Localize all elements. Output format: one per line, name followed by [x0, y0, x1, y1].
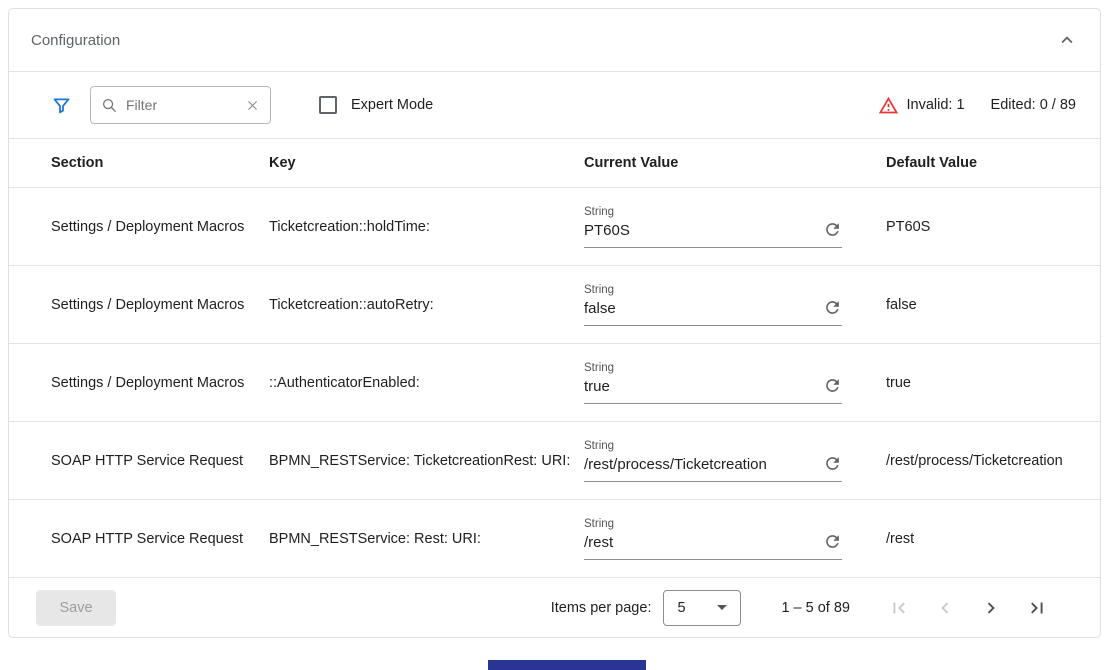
current-value-input[interactable] [584, 533, 823, 553]
default-value-cell: false [886, 297, 1074, 313]
reset-value-icon[interactable] [823, 454, 842, 473]
default-value-cell: /rest [886, 531, 1074, 547]
key-cell: ::AuthenticatorEnabled: [269, 375, 584, 391]
filter-funnel-icon[interactable] [51, 95, 72, 116]
value-type-label: String [584, 205, 823, 219]
card-header: Configuration [9, 9, 1100, 71]
chevron-up-icon[interactable] [1056, 29, 1078, 51]
current-value-field: String [584, 283, 842, 326]
default-value-cell: PT60S [886, 219, 1074, 235]
current-value-input[interactable] [584, 455, 823, 475]
table-row: Settings / Deployment Macros ::Authentic… [9, 343, 1100, 421]
section-cell: Settings / Deployment Macros [51, 219, 269, 235]
value-type-label: String [584, 283, 823, 297]
section-cell: SOAP HTTP Service Request [51, 531, 269, 547]
current-value-cell: String [584, 439, 886, 482]
table-header-row: Section Key Current Value Default Value [9, 138, 1100, 187]
column-header-default-value: Default Value [886, 155, 1074, 171]
expert-mode-label: Expert Mode [351, 97, 433, 113]
reset-value-icon[interactable] [823, 376, 842, 395]
pagination-controls [876, 589, 1060, 627]
bottom-bar [488, 660, 646, 670]
default-value-cell: /rest/process/Ticketcreation [886, 453, 1075, 469]
current-value-field: String [584, 439, 842, 482]
filter-input-container [90, 86, 271, 124]
section-cell: SOAP HTTP Service Request [51, 453, 269, 469]
reset-value-icon[interactable] [823, 298, 842, 317]
footer: Save Items per page: 5 1 – 5 of 89 [9, 577, 1100, 637]
save-button[interactable]: Save [36, 590, 116, 626]
key-cell: Ticketcreation::autoRetry: [269, 297, 584, 313]
current-value-input[interactable] [584, 377, 823, 397]
paginator: Items per page: 5 1 – 5 of 89 [551, 589, 1060, 627]
value-type-label: String [584, 439, 823, 453]
previous-page-icon[interactable] [922, 589, 968, 627]
current-value-input[interactable] [584, 221, 823, 241]
column-header-section: Section [51, 155, 269, 171]
configuration-card: Configuration Expert Mode [8, 8, 1101, 638]
configuration-table: Section Key Current Value Default Value … [9, 138, 1100, 577]
expert-mode-control: Expert Mode [319, 96, 433, 114]
table-row: Settings / Deployment Macros Ticketcreat… [9, 265, 1100, 343]
chevron-down-icon [717, 605, 727, 610]
default-value-cell: true [886, 375, 1074, 391]
section-cell: Settings / Deployment Macros [51, 375, 269, 391]
search-icon [101, 97, 118, 114]
status-area: Invalid: 1 Edited: 0 / 89 [878, 95, 1077, 116]
expert-mode-checkbox[interactable] [319, 96, 337, 114]
reset-value-icon[interactable] [823, 532, 842, 551]
current-value-cell: String [584, 283, 886, 326]
last-page-icon[interactable] [1014, 589, 1060, 627]
key-cell: BPMN_RESTService: TicketcreationRest: UR… [269, 453, 584, 469]
page-range-label: 1 – 5 of 89 [781, 600, 850, 616]
warning-triangle-icon [878, 95, 899, 116]
section-cell: Settings / Deployment Macros [51, 297, 269, 313]
items-per-page-select[interactable]: 5 [663, 590, 741, 626]
key-cell: Ticketcreation::holdTime: [269, 219, 584, 235]
toolbar: Expert Mode Invalid: 1 Edited: 0 / 89 [9, 72, 1100, 138]
items-per-page-label: Items per page: [551, 600, 652, 616]
clear-filter-icon[interactable] [245, 98, 260, 113]
current-value-field: String [584, 517, 842, 560]
value-type-label: String [584, 517, 823, 531]
reset-value-icon[interactable] [823, 220, 842, 239]
invalid-count: Invalid: 1 [907, 97, 965, 113]
current-value-cell: String [584, 205, 886, 248]
key-cell: BPMN_RESTService: Rest: URI: [269, 531, 584, 547]
filter-input[interactable] [126, 97, 245, 113]
first-page-icon[interactable] [876, 589, 922, 627]
table-row: Settings / Deployment Macros Ticketcreat… [9, 187, 1100, 265]
current-value-field: String [584, 361, 842, 404]
next-page-icon[interactable] [968, 589, 1014, 627]
current-value-cell: String [584, 517, 886, 560]
table-row: SOAP HTTP Service Request BPMN_RESTServi… [9, 499, 1100, 577]
items-per-page-value: 5 [677, 600, 685, 616]
current-value-cell: String [584, 361, 886, 404]
value-type-label: String [584, 361, 823, 375]
table-row: SOAP HTTP Service Request BPMN_RESTServi… [9, 421, 1100, 499]
edited-count: Edited: 0 / 89 [991, 97, 1076, 113]
page-title: Configuration [31, 32, 120, 49]
current-value-field: String [584, 205, 842, 248]
column-header-current-value: Current Value [584, 155, 886, 171]
column-header-key: Key [269, 155, 584, 171]
current-value-input[interactable] [584, 299, 823, 319]
